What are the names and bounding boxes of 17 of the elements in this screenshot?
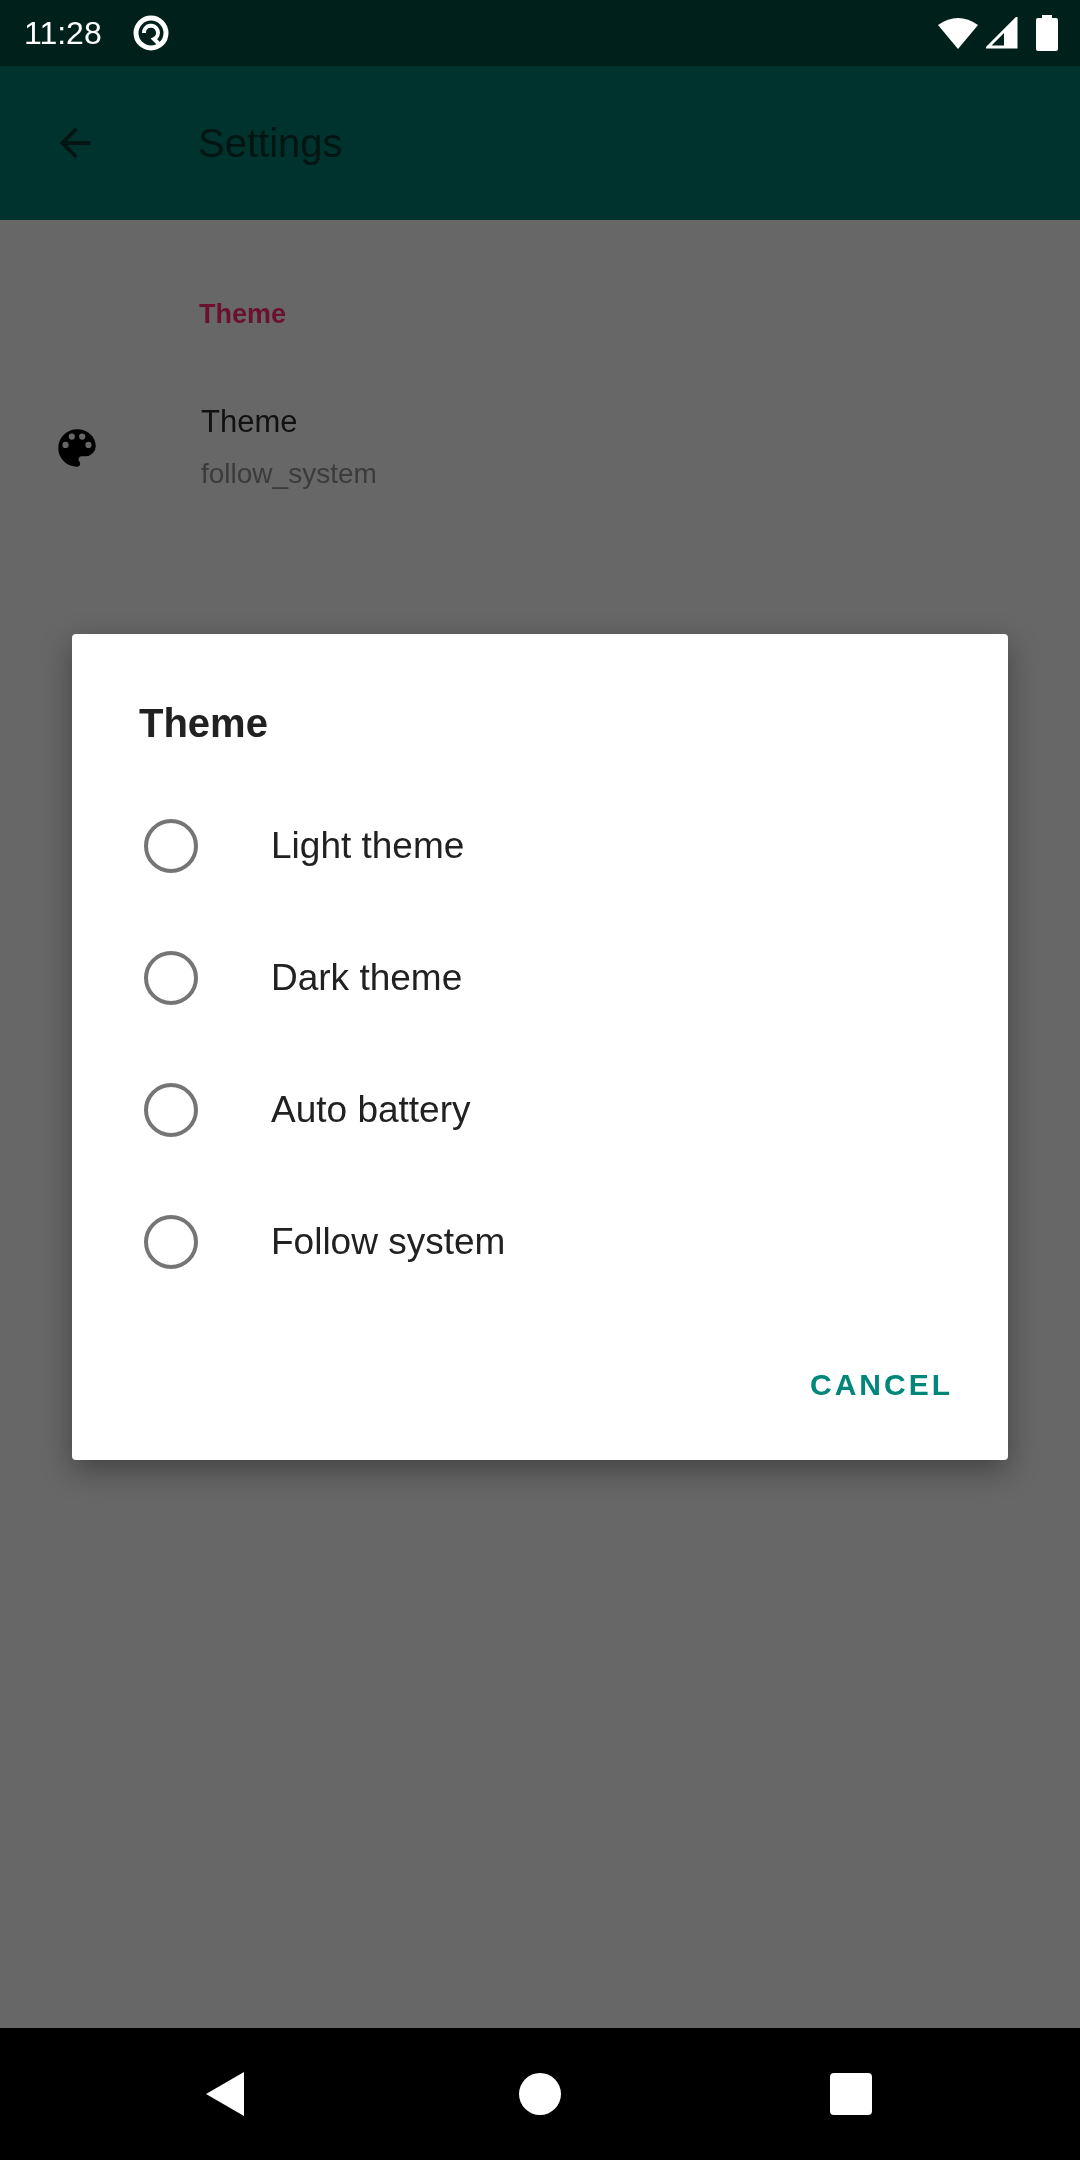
option-label[interactable]: Light theme — [271, 825, 465, 867]
battery-icon — [1036, 15, 1058, 51]
radio-button[interactable] — [144, 951, 198, 1005]
dialog-title: Theme — [139, 700, 268, 747]
cancel-button[interactable]: CANCEL — [794, 1349, 969, 1421]
status-time: 11:28 — [24, 14, 102, 52]
radio-button[interactable] — [144, 1083, 198, 1137]
home-icon[interactable] — [519, 2073, 561, 2115]
radio-button[interactable] — [144, 1215, 198, 1269]
option-label[interactable]: Auto battery — [271, 1089, 471, 1131]
category-header: Theme — [199, 298, 287, 331]
back-icon[interactable] — [206, 2071, 246, 2117]
signal-icon — [986, 17, 1018, 49]
option-label[interactable]: Dark theme — [271, 957, 463, 999]
option-label[interactable]: Follow system — [271, 1221, 506, 1263]
wifi-icon — [938, 17, 978, 49]
radio-button[interactable] — [144, 819, 198, 873]
